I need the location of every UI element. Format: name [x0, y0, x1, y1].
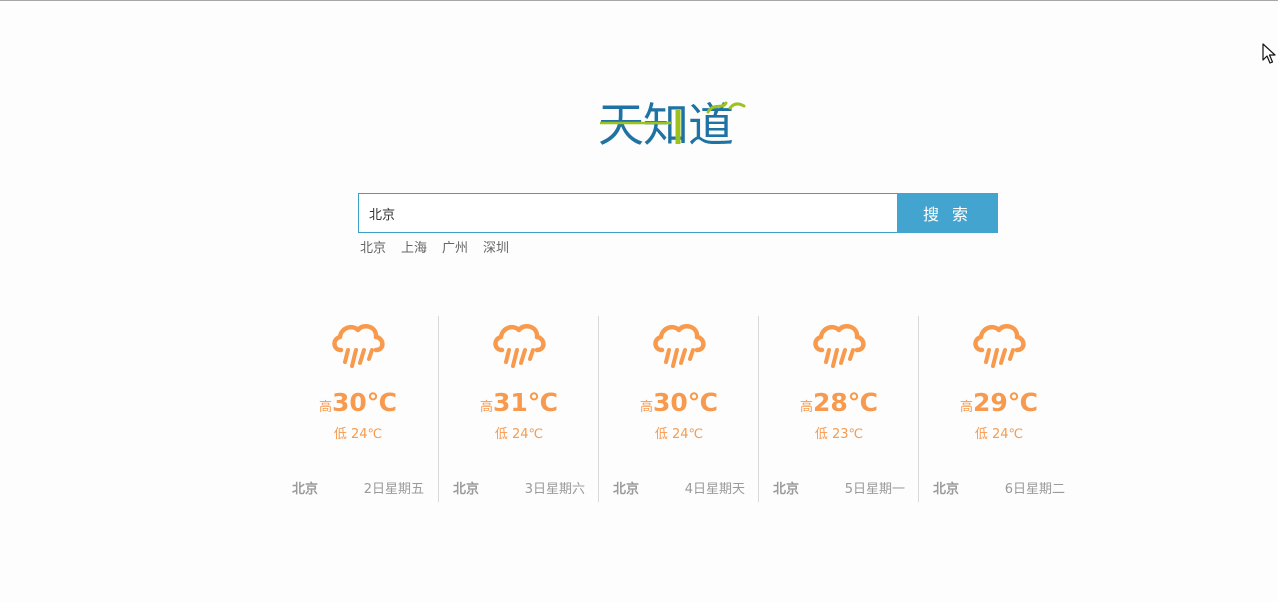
- search-input[interactable]: [358, 193, 898, 233]
- day-date: 2日星期五: [363, 482, 424, 497]
- logo-char-2: 知: [643, 98, 689, 152]
- day-footer: 北京 2日星期五: [292, 478, 424, 497]
- temp-high-label: 高: [318, 400, 332, 415]
- quick-link-guangzhou[interactable]: 广州: [442, 240, 468, 258]
- forecast-day: 高29℃ 低 24℃ 北京 6日星期二: [918, 316, 1078, 502]
- temp-high: 高30℃: [278, 388, 438, 417]
- forecast-panel: 高30℃ 低 24℃ 北京 2日星期五 高31℃ 低 24℃ 北京 3日星期六: [278, 316, 1078, 502]
- mouse-pointer-icon: [1262, 43, 1276, 64]
- day-date: 5日星期一: [844, 482, 905, 497]
- forecast-day: 高28℃ 低 23℃ 北京 5日星期一: [758, 316, 918, 502]
- logo-char-3: 道: [688, 98, 734, 152]
- weather-page: 天知道 搜 索 北京 上海 广州 深圳 高30℃ 低 24℃ 北京 2日星期五: [0, 0, 1278, 602]
- search-button[interactable]: 搜 索: [897, 193, 998, 233]
- temp-high: 高29℃: [919, 388, 1079, 417]
- temp-high-label: 高: [799, 400, 813, 415]
- rain-cloud-icon: [813, 324, 866, 368]
- forecast-day: 高30℃ 低 24℃ 北京 4日星期天: [598, 316, 758, 502]
- temp-low: 低 24℃: [974, 427, 1024, 442]
- temp-low: 低 24℃: [333, 427, 383, 442]
- temp-low: 低 24℃: [654, 427, 704, 442]
- temp-high-value: 29℃: [972, 388, 1039, 417]
- temp-high-label: 高: [639, 400, 653, 415]
- day-footer: 北京 5日星期一: [773, 478, 905, 497]
- temp-high-value: 30℃: [652, 388, 719, 417]
- day-footer: 北京 6日星期二: [933, 478, 1065, 497]
- day-date: 6日星期二: [1004, 482, 1065, 497]
- day-footer: 北京 4日星期天: [613, 478, 745, 497]
- rain-cloud-icon: [653, 324, 706, 368]
- temp-high-value: 28℃: [812, 388, 879, 417]
- search-bar: 搜 索: [358, 193, 998, 233]
- temp-high: 高30℃: [599, 388, 759, 417]
- day-date: 3日星期六: [524, 482, 585, 497]
- day-city: 北京: [613, 482, 640, 497]
- quick-link-beijing[interactable]: 北京: [360, 240, 386, 258]
- day-date: 4日星期天: [684, 482, 745, 497]
- temp-high-value: 30℃: [331, 388, 398, 417]
- day-city: 北京: [773, 482, 800, 497]
- rain-cloud-icon: [332, 324, 385, 368]
- quick-link-shanghai[interactable]: 上海: [401, 240, 427, 258]
- day-city: 北京: [292, 482, 319, 497]
- forecast-day: 高30℃ 低 24℃ 北京 2日星期五: [278, 316, 438, 502]
- quick-link-shenzhen[interactable]: 深圳: [483, 240, 509, 258]
- logo-char-1: 天: [598, 98, 644, 152]
- day-footer: 北京 3日星期六: [453, 478, 585, 497]
- temp-high-label: 高: [959, 400, 973, 415]
- rain-cloud-icon: [493, 324, 546, 368]
- temp-high: 高31℃: [439, 388, 599, 417]
- day-city: 北京: [453, 482, 480, 497]
- logo-text: 天知道: [598, 98, 734, 152]
- temp-low: 低 23℃: [814, 427, 864, 442]
- day-city: 北京: [933, 482, 960, 497]
- forecast-day: 高31℃ 低 24℃ 北京 3日星期六: [438, 316, 598, 502]
- temp-high-label: 高: [479, 400, 493, 415]
- temp-low: 低 24℃: [494, 427, 544, 442]
- temp-high: 高28℃: [759, 388, 919, 417]
- quick-city-links: 北京 上海 广州 深圳: [360, 240, 509, 258]
- temp-high-value: 31℃: [492, 388, 559, 417]
- site-logo[interactable]: 天知道: [598, 100, 760, 150]
- rain-cloud-icon: [973, 324, 1026, 368]
- top-divider: [0, 0, 1278, 1]
